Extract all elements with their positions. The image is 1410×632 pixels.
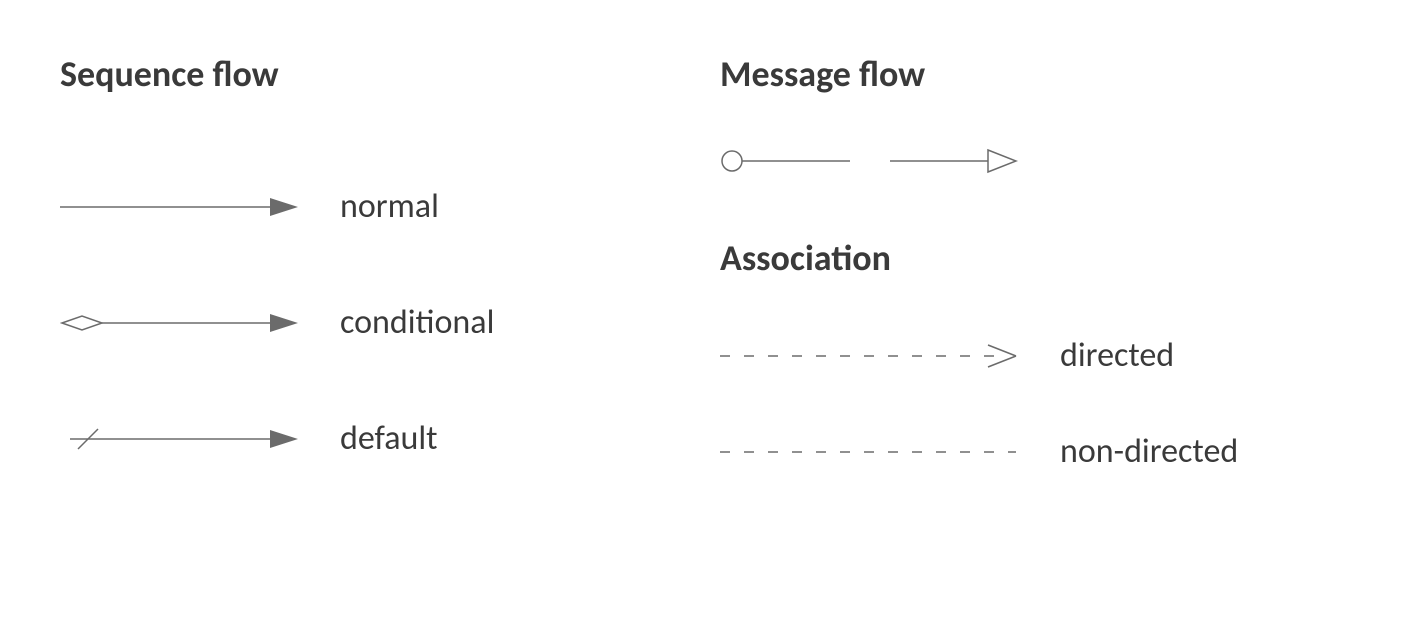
arrow-default-icon bbox=[60, 424, 300, 454]
sequence-flow-normal-label: normal bbox=[340, 186, 439, 227]
arrow-normal-icon bbox=[60, 192, 300, 222]
sequence-flow-conditional-label: conditional bbox=[340, 302, 494, 343]
association-heading: Association bbox=[720, 236, 1238, 280]
association-non-directed-label: non-directed bbox=[1060, 431, 1238, 472]
arrow-non-directed-icon bbox=[720, 437, 1020, 467]
message-flow-heading: Message flow bbox=[720, 52, 1238, 96]
sequence-flow-heading: Sequence flow bbox=[60, 52, 494, 96]
arrow-conditional-icon bbox=[60, 308, 300, 338]
association-directed-label: directed bbox=[1060, 335, 1174, 376]
arrow-directed-icon bbox=[720, 341, 1020, 371]
sequence-flow-default-label: default bbox=[340, 418, 438, 459]
arrow-message-flow-icon bbox=[720, 146, 1020, 176]
